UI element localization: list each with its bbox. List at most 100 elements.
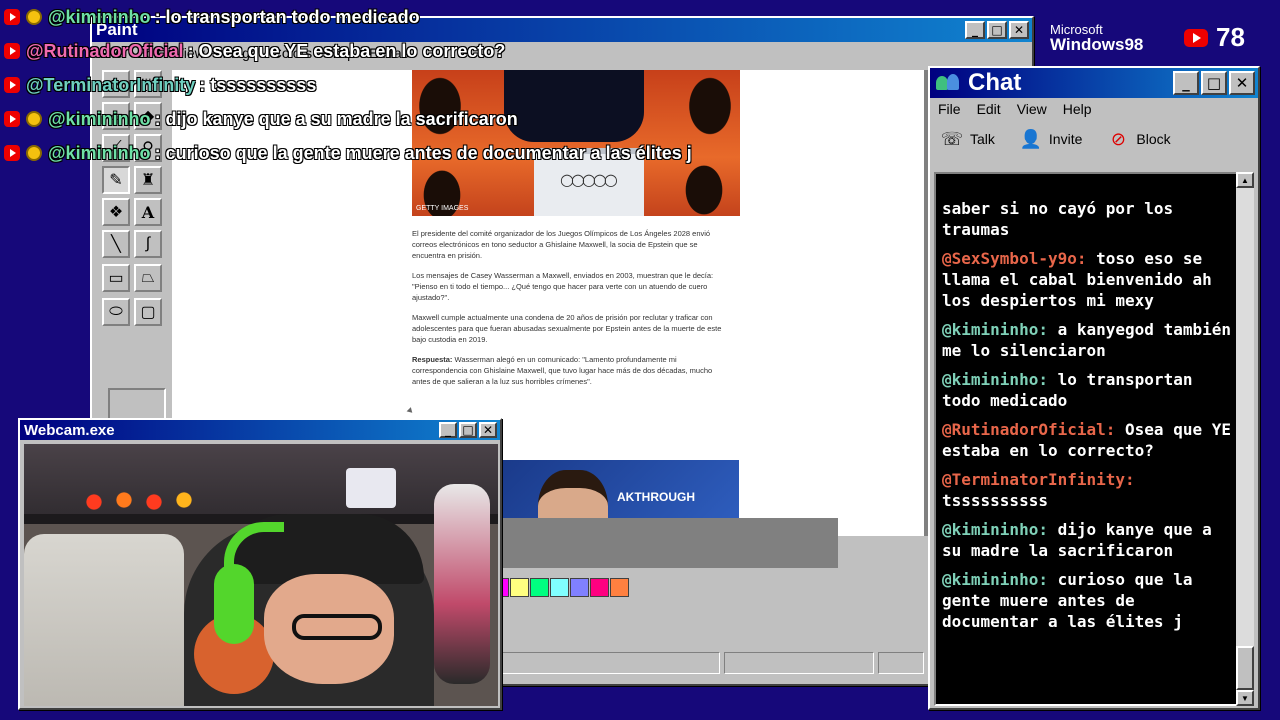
article-paragraph: El presidente del comité organizador de … [412,229,711,260]
block-button[interactable]: ⊘ Block [1106,128,1171,150]
polygon-icon[interactable]: ⏢ [134,264,162,292]
chat-message: @RutinadorOficial: Osea que YE estaba en… [942,419,1234,461]
overlay-message: : curioso que la gente muere antes de do… [154,142,692,163]
viewer-count-number: 78 [1216,22,1245,52]
chat-menubar: File Edit View Help [930,98,1258,120]
paint-statusbar [502,652,928,678]
chat-people-icon [934,72,962,94]
color-swatch[interactable] [570,578,589,597]
chat-toolbar: ☏ Talk 👤 Invite ⊘ Block [930,120,1258,158]
scroll-thumb[interactable] [1236,646,1254,690]
color-swatch[interactable] [510,578,529,597]
chat-username[interactable]: @kimininho: [942,520,1048,539]
chat-message: @kimininho: a kanyegod también me lo sil… [942,319,1234,361]
color-swatch[interactable] [590,578,609,597]
webcam-window[interactable]: Webcam.exe _ □ ✕ [18,418,502,710]
member-badge-icon [26,9,42,25]
chat-username[interactable]: @TerminatorInfinity: [942,470,1135,489]
curve-icon[interactable]: ∫ [134,230,162,258]
close-button[interactable]: ✕ [1009,21,1029,39]
overlay-chat-line: @kimininho: dijo kanye que a su madre la… [4,102,704,136]
minimize-button[interactable]: _ [439,422,457,438]
airbrush-icon[interactable]: ❖ [102,198,130,226]
menu-view[interactable]: View [1017,101,1047,117]
overlay-chat-line: @kimininho: curioso que la gente muere a… [4,136,704,170]
overlay-chat-line: @TerminatorInfinity: tssssssssss [4,68,704,102]
stream-chat-overlay: @kimininho: lo transportan todo medicado… [4,0,704,170]
overlay-username: @kimininho [48,142,151,163]
article-paragraph: Respuesta: Wasserman alegó en un comunic… [412,355,713,386]
youtube-icon [4,77,20,93]
overlay-message: : tssssssssss [199,74,317,95]
menu-edit[interactable]: Edit [977,101,1001,117]
text-tool-icon[interactable]: A [134,198,162,226]
overlay-username: @RutinadorOficial [26,40,184,61]
chat-username[interactable]: @RutinadorOficial: [942,420,1115,439]
chat-username[interactable]: @kimininho: [942,570,1048,589]
webcam-feed [24,444,498,706]
windows98-logo: Microsoft Windows98 [1050,22,1144,54]
menu-file[interactable]: File [938,101,961,117]
invite-person-icon: 👤 [1019,128,1043,149]
invite-button[interactable]: 👤 Invite [1019,128,1083,150]
member-badge-icon [26,111,42,127]
overlay-username: @kimininho [48,108,151,129]
maximize-button[interactable]: □ [987,21,1007,39]
ellipse-icon[interactable]: ⬭ [102,298,130,326]
close-button[interactable]: ✕ [1229,71,1255,95]
chat-message-text: tssssssssss [942,491,1048,510]
chat-message-text: saber si no cayó por los traumas [942,199,1174,239]
rectangle-icon[interactable]: ▭ [102,264,130,292]
block-icon: ⊘ [1110,128,1126,149]
close-button[interactable]: ✕ [479,422,497,438]
overlay-username: @kimininho [48,6,151,27]
color-swatch[interactable] [610,578,629,597]
chat-username[interactable]: @kimininho: [942,320,1048,339]
overlay-chat-line: @RutinadorOficial: Osea que YE estaba en… [4,34,704,68]
chat-username[interactable]: @SexSymbol-y9o: [942,249,1087,268]
minimize-button[interactable]: _ [965,21,985,39]
chat-messages[interactable]: saber si no cayó por los traumas @SexSymb… [934,172,1240,706]
article-paragraph: Maxwell cumple actualmente una condena d… [412,313,722,344]
color-swatch[interactable] [550,578,569,597]
article-paragraph: Los mensajes de Casey Wasserman a Maxwel… [412,271,714,302]
photo-credit: GETTY IMAGES [416,205,469,212]
webcam-title: Webcam.exe [24,421,115,439]
article-text: El presidente del comité organizador de … [412,228,724,396]
maximize-button[interactable]: □ [1201,71,1227,95]
viewer-count: 78 [1184,22,1245,53]
overlay-message: : Osea que YE estaba en lo correcto? [187,40,506,61]
pencil-icon[interactable]: ✎ [102,166,130,194]
overlay-message: : lo transportan todo medicado [154,6,420,27]
olympic-rings-icon: ○○○○○ [560,170,618,189]
chat-username[interactable]: @kimininho: [942,370,1048,389]
chat-message: @kimininho: curioso que la gente muere a… [942,569,1234,632]
brush-icon[interactable]: ♜ [134,166,162,194]
chat-message: @TerminatorInfinity: tssssssssss [942,469,1234,511]
youtube-icon [4,43,20,59]
webcam-titlebar[interactable]: Webcam.exe _ □ ✕ [20,420,500,440]
chat-message: saber si no cayó por los traumas [942,198,1234,240]
line-icon[interactable]: ╲ [102,230,130,258]
chat-window[interactable]: Chat _ □ ✕ File Edit View Help ☏ Talk 👤 … [928,66,1260,710]
photo-banner-text: AKTHROUGH [617,490,695,504]
menu-help[interactable]: Help [1063,101,1092,117]
chat-scrollbar[interactable]: ▲ ▼ [1236,172,1254,706]
chat-titlebar[interactable]: Chat _ □ ✕ [930,68,1258,98]
maximize-button[interactable]: □ [459,422,477,438]
chat-message: @kimininho: lo transportan todo medicado [942,369,1234,411]
chat-message: @kimininho: dijo kanye que a su madre la… [942,519,1234,561]
overlay-username: @TerminatorInfinity [26,74,196,95]
youtube-icon [4,111,20,127]
overlay-message: : dijo kanye que a su madre la sacrifica… [154,108,518,129]
scroll-up-icon[interactable]: ▲ [1236,172,1254,188]
rounded-rect-icon[interactable]: ▢ [134,298,162,326]
youtube-icon [4,145,20,161]
minimize-button[interactable]: _ [1173,71,1199,95]
chat-title: Chat [968,69,1022,96]
color-swatch[interactable] [530,578,549,597]
talk-button[interactable]: ☏ Talk [940,128,995,150]
member-badge-icon [26,145,42,161]
youtube-icon [1184,28,1208,47]
scroll-down-icon[interactable]: ▼ [1236,690,1254,706]
